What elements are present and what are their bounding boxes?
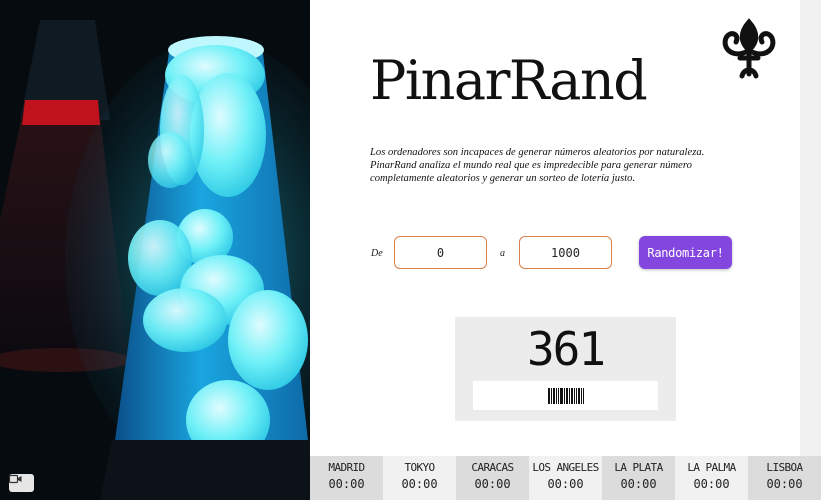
clock-los-angeles: LOS ANGELES 00:00 [529, 456, 602, 500]
clock-city: TOKYO [404, 461, 435, 474]
video-button[interactable] [9, 474, 34, 492]
clock-time: 00:00 [766, 477, 803, 491]
clock-time: 00:00 [401, 477, 438, 491]
clock-city: LA PLATA [614, 461, 663, 474]
result-number: 361 [526, 322, 606, 376]
fleur-de-lis-icon [718, 18, 780, 80]
scrollbar-track[interactable] [800, 0, 821, 456]
clock-la-palma: LA PALMA 00:00 [675, 456, 748, 500]
clock-tokyo: TOKYO 00:00 [383, 456, 456, 500]
clock-city: CARACAS [471, 461, 514, 474]
clock-madrid: MADRID 00:00 [310, 456, 383, 500]
clock-city: LOS ANGELES [532, 461, 599, 474]
range-to-label: a [500, 248, 505, 259]
randomize-button[interactable]: Randomizar! [639, 236, 732, 269]
clock-time: 00:00 [474, 477, 511, 491]
clock-time: 00:00 [328, 477, 365, 491]
app-description: Los ordenadores son incapaces de generar… [370, 147, 705, 185]
clock-la-plata: LA PLATA 00:00 [602, 456, 675, 500]
clock-lisboa: LISBOA 00:00 [748, 456, 821, 500]
range-from-input[interactable] [394, 236, 487, 269]
barcode [473, 381, 658, 410]
barcode-icon [547, 387, 584, 404]
clock-time: 00:00 [620, 477, 657, 491]
video-camera-icon [9, 474, 22, 484]
lava-lamp-illustration [0, 0, 310, 500]
range-to-input[interactable] [519, 236, 612, 269]
clock-time: 00:00 [693, 477, 730, 491]
clock-city: LISBOA [766, 461, 803, 474]
app-title: PinarRand [370, 49, 648, 112]
lava-lamp-photo [0, 0, 310, 500]
clock-city: MADRID [328, 461, 365, 474]
world-clocks: MADRID 00:00 TOKYO 00:00 CARACAS 00:00 L… [310, 456, 821, 500]
clock-caracas: CARACAS 00:00 [456, 456, 529, 500]
clock-time: 00:00 [547, 477, 584, 491]
clock-city: LA PALMA [687, 461, 736, 474]
result-card: 361 [455, 317, 676, 421]
range-from-label: De [371, 248, 383, 259]
